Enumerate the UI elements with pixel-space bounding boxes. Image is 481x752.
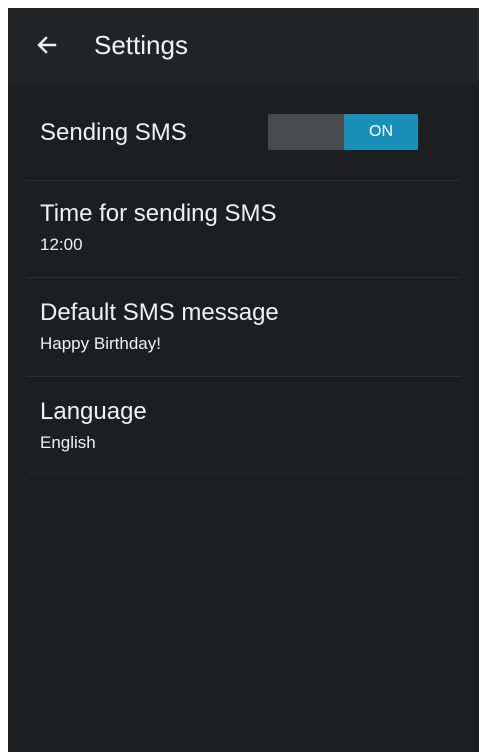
sending-sms-label: Sending SMS: [40, 119, 187, 146]
language-label: Language: [40, 398, 147, 425]
setting-default-sms-message[interactable]: Default SMS message Happy Birthday!: [26, 278, 461, 377]
setting-language[interactable]: Language English: [26, 377, 461, 474]
language-value: English: [40, 433, 96, 452]
default-sms-message-label: Default SMS message: [40, 299, 279, 326]
settings-screen: Settings Sending SMS ON Time for sending…: [8, 8, 479, 752]
action-bar: Settings: [8, 8, 479, 84]
time-for-sending-sms-label: Time for sending SMS: [40, 200, 277, 227]
setting-time-for-sending-sms[interactable]: Time for sending SMS 12:00: [26, 181, 461, 278]
time-for-sending-sms-value: 12:00: [40, 235, 83, 254]
back-button[interactable]: [30, 28, 64, 62]
setting-sending-sms[interactable]: Sending SMS ON: [26, 84, 461, 181]
page-title: Settings: [94, 30, 188, 60]
sending-sms-toggle[interactable]: ON: [268, 114, 418, 150]
arrow-left-icon: [37, 36, 57, 54]
settings-list: Sending SMS ON Time for sending SMS 12:0…: [8, 84, 479, 474]
default-sms-message-value: Happy Birthday!: [40, 334, 161, 353]
toggle-thumb: ON: [344, 114, 418, 150]
toggle-state-label: ON: [369, 123, 393, 140]
